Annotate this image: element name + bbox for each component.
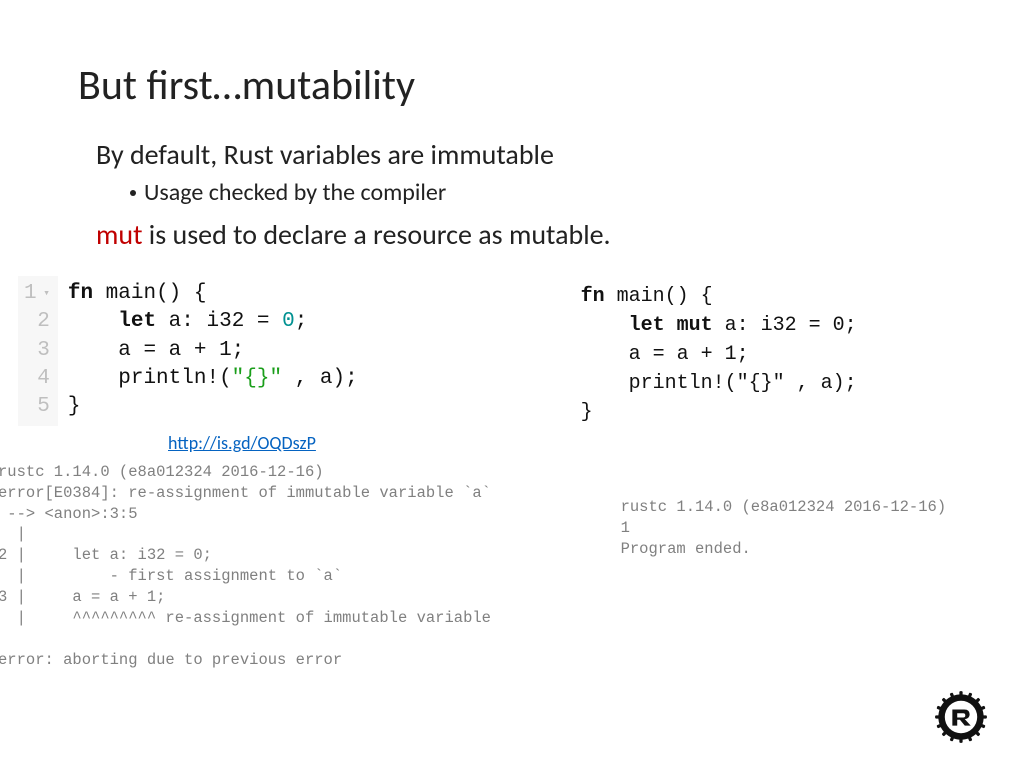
slide: But first…mutability By default, Rust va…: [0, 0, 1024, 691]
mut-line: mut is used to declare a resource as mut…: [96, 217, 946, 252]
line-number: 3: [24, 337, 50, 365]
playground-link[interactable]: http://is.gd/OQDszP: [168, 432, 515, 454]
compiler-output-right: rustc 1.14.0 (e8a012324 2016-12-16) 1 Pr…: [621, 497, 1006, 560]
mut-keyword: mut: [96, 217, 142, 252]
right-column: fn main() { let mut a: i32 = 0; a = a + …: [555, 276, 1006, 671]
compiler-output-left: rustc 1.14.0 (e8a012324 2016-12-16) erro…: [0, 462, 515, 671]
bullet-text: Usage checked by the compiler: [144, 178, 446, 207]
code-area: fn main() { let a: i32 = 0; a = a + 1; p…: [58, 276, 368, 426]
line-gutter: 1 ▾ 2 3 4 5: [18, 276, 58, 426]
bullet-icon: [130, 190, 136, 196]
rust-logo-icon: [934, 690, 988, 744]
code-right: fn main() { let mut a: i32 = 0; a = a + …: [581, 282, 1006, 427]
bullet-item: Usage checked by the compiler: [96, 178, 946, 207]
line-number: 4: [24, 365, 50, 393]
line-number: 1 ▾: [24, 280, 50, 308]
mut-rest: is used to declare a resource as mutable…: [142, 217, 610, 252]
intro-line: By default, Rust variables are immutable: [96, 137, 946, 172]
left-column: 1 ▾ 2 3 4 5 fn main() { let a: i32 = 0; …: [18, 276, 515, 671]
columns: 1 ▾ 2 3 4 5 fn main() { let a: i32 = 0; …: [18, 276, 1006, 671]
line-number: 2: [24, 308, 50, 336]
body-text: By default, Rust variables are immutable…: [78, 137, 946, 252]
slide-title: But first…mutability: [78, 60, 946, 111]
code-editor: 1 ▾ 2 3 4 5 fn main() { let a: i32 = 0; …: [18, 276, 515, 426]
line-number: 5: [24, 393, 50, 421]
